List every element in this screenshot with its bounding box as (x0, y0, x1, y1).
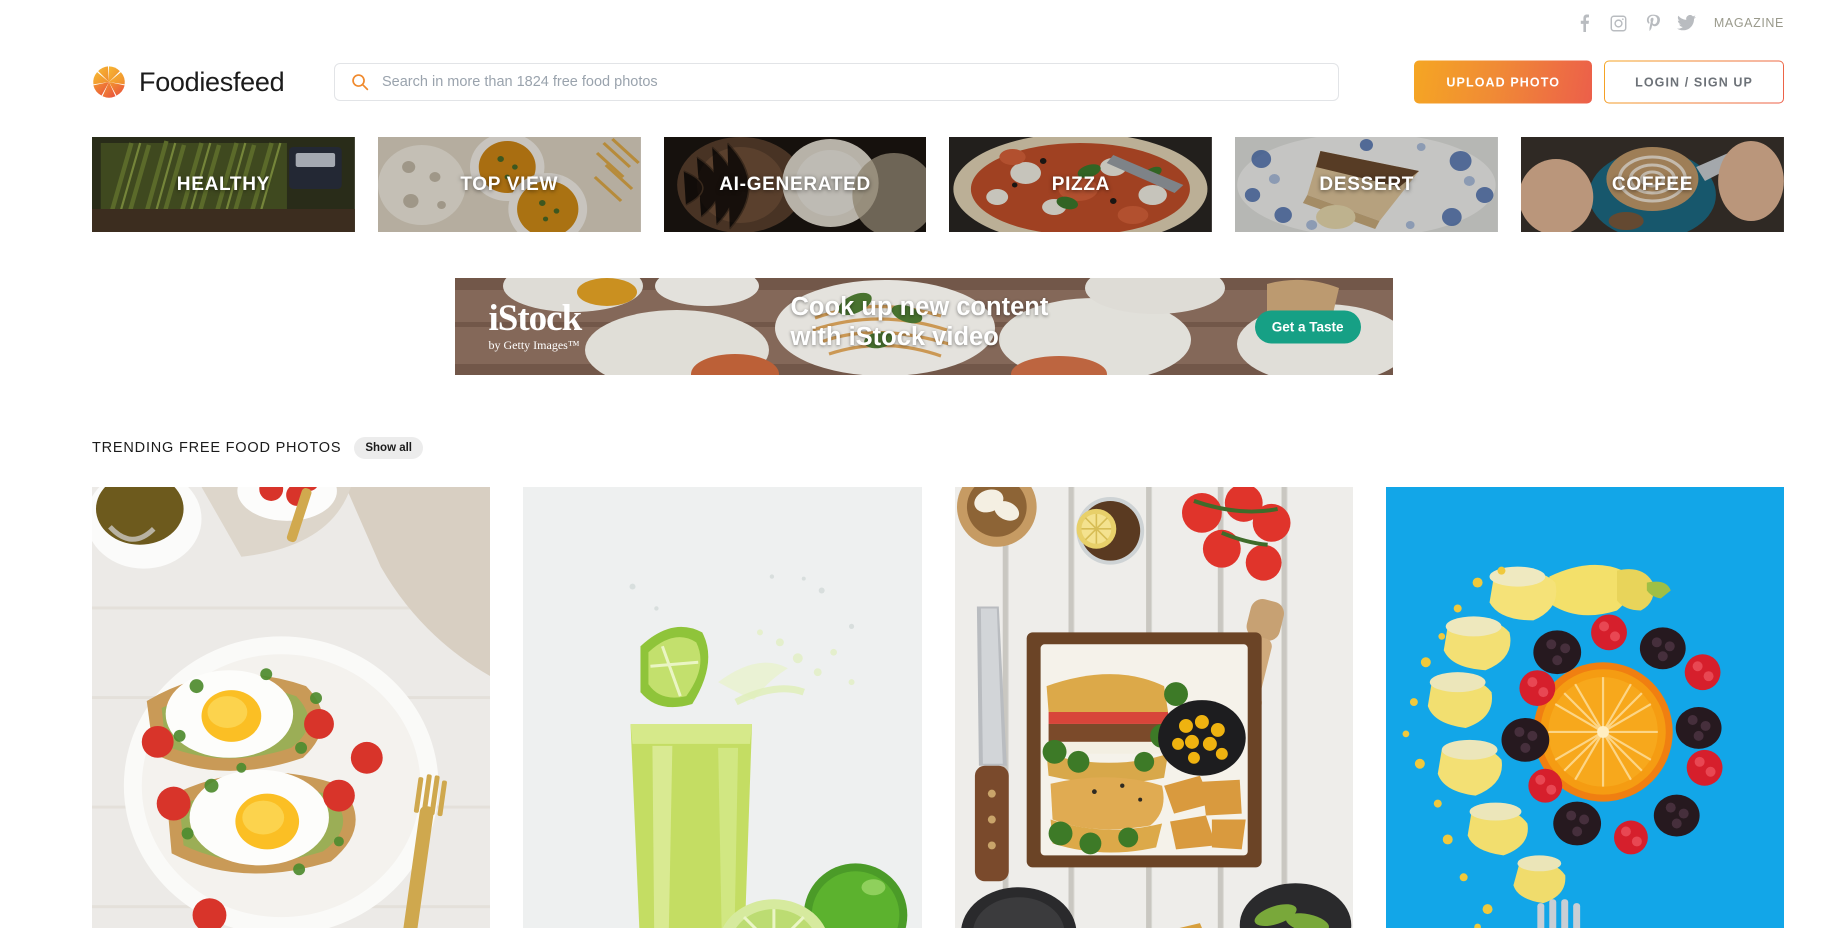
lime-juice-splash-image (523, 487, 922, 928)
fruit-spiral-blue-image (1385, 487, 1784, 928)
photo-card-lime-juice-splash[interactable] (523, 487, 922, 928)
site-header: Foodiesfeed UPLOAD PHOTO LOGIN / SIGN UP (0, 46, 1847, 118)
banner-headline: Cook up new content with iStock video (791, 292, 1049, 352)
photo-card-avocado-toast-fried-eggs[interactable] (92, 487, 491, 928)
category-label: AI-GENERATED (719, 173, 871, 195)
brand-logo[interactable]: Foodiesfeed (92, 65, 285, 99)
getty-byline: by Getty Images™ (488, 338, 580, 352)
category-strip: HEALTHY TOP VIEW AI-GENERATED PIZZA DESS… (92, 137, 1784, 232)
login-signup-button[interactable]: LOGIN / SIGN UP (1604, 61, 1784, 104)
upload-photo-button[interactable]: UPLOAD PHOTO (1414, 60, 1593, 104)
category-label: DESSERT (1319, 173, 1415, 195)
page-root: MAGAZINE Foodiesfeed Search in more than… (0, 0, 1847, 928)
category-label: PIZZA (1051, 173, 1111, 195)
category-tile-coffee[interactable]: COFFEE (1521, 137, 1784, 232)
category-label: COFFEE (1611, 173, 1694, 195)
search-input[interactable] (382, 64, 1322, 100)
header-actions: UPLOAD PHOTO LOGIN / SIGN UP (1414, 60, 1784, 104)
banner-headline-line1: Cook up new content (790, 293, 1049, 321)
category-tile-healthy[interactable]: HEALTHY (92, 137, 355, 232)
burgers-flatlay-board-image (954, 487, 1353, 928)
category-label: HEALTHY (176, 173, 271, 195)
istock-logo: iStock by Getty Images™ (488, 298, 583, 353)
show-all-button[interactable]: Show all (354, 437, 423, 459)
advertisement-banner-wrapper: iStock by Getty Images™ Cook up new cont… (0, 278, 1847, 375)
facebook-icon[interactable] (1568, 9, 1602, 37)
trending-section-header: TRENDING FREE FOOD PHOTOS Show all (92, 437, 423, 459)
category-tile-top-view[interactable]: TOP VIEW (377, 137, 641, 232)
category-tile-dessert[interactable]: DESSERT (1235, 137, 1499, 232)
pinterest-icon[interactable] (1636, 9, 1670, 37)
utility-bar: MAGAZINE (0, 0, 1847, 46)
photo-card-fruit-spiral-blue[interactable] (1385, 487, 1784, 928)
instagram-icon[interactable] (1602, 9, 1636, 37)
search-icon (351, 73, 369, 91)
get-a-taste-button[interactable]: Get a Taste (1254, 310, 1361, 343)
avocado-toast-fried-eggs-image (92, 487, 491, 928)
section-title: TRENDING FREE FOOD PHOTOS (92, 440, 342, 456)
aperture-icon (92, 65, 126, 99)
search-bar[interactable] (334, 63, 1339, 101)
category-label: TOP VIEW (460, 173, 559, 195)
category-tile-pizza[interactable]: PIZZA (949, 137, 1213, 232)
istock-banner-ad[interactable]: iStock by Getty Images™ Cook up new cont… (454, 278, 1393, 375)
banner-headline-line2: with iStock video (790, 323, 999, 352)
brand-name: Foodiesfeed (139, 66, 285, 97)
twitter-icon[interactable] (1670, 9, 1704, 37)
magazine-link[interactable]: MAGAZINE (1714, 16, 1784, 30)
photo-grid (92, 487, 1784, 928)
category-tile-ai-generated[interactable]: AI-GENERATED (663, 137, 927, 232)
istock-wordmark: iStock (488, 298, 583, 339)
photo-card-burgers-flatlay-board[interactable] (954, 487, 1353, 928)
